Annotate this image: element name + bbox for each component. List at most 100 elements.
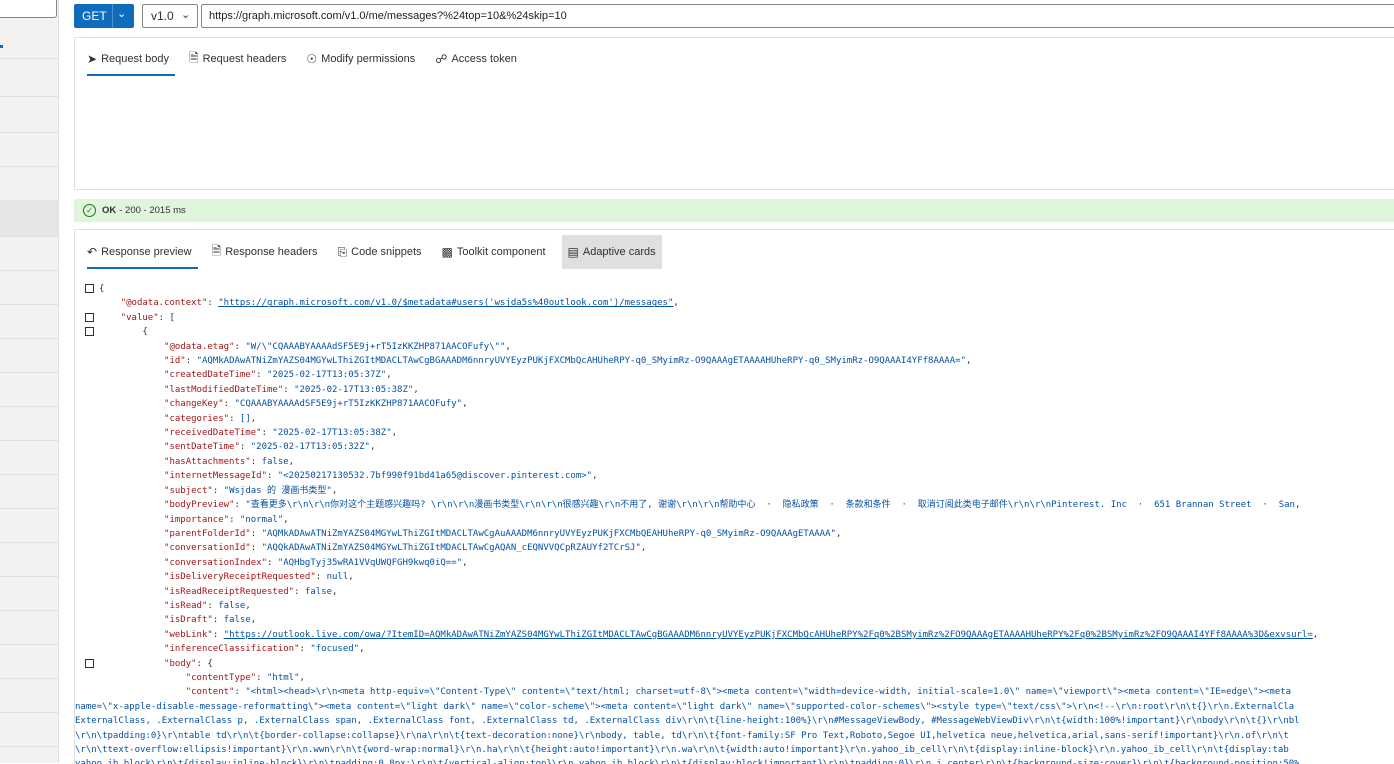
sidebar-item[interactable] <box>0 440 58 475</box>
json-key: "internetMessageId" <box>164 471 267 482</box>
json-key: "webLink" <box>164 629 213 640</box>
json-content-line: name=\"x-apple-disable-message-reformatt… <box>75 701 1295 712</box>
sidebar-item[interactable] <box>0 270 58 305</box>
json-value: null <box>326 572 349 583</box>
json-value: false <box>223 615 251 626</box>
json-value: "AQMkADAwATNiZmYAZS04MGYwLThiZGItMDACLTA… <box>196 356 966 367</box>
json-value: false <box>304 586 333 597</box>
response-status-bar: ✓ OK - 200 - 2015 ms <box>74 199 1394 222</box>
json-key: "isDeliveryReceiptRequested" <box>164 572 316 583</box>
tab-label: Modify permissions <box>321 53 416 65</box>
json-value: false <box>218 600 246 611</box>
sidebar-item[interactable] <box>0 610 58 645</box>
json-key: "isRead" <box>164 600 208 611</box>
collapse-toggle[interactable] <box>85 659 94 668</box>
json-fields: "@odata.etag": "W/\"CQAAABYAAAAdSF5E9j+r… <box>164 341 1319 655</box>
json-value: [] <box>239 413 251 424</box>
tab-label: Response headers <box>225 246 318 258</box>
tab-modify-permissions[interactable]: ☉ Modify permissions <box>300 42 421 76</box>
tab-label: Toolkit component <box>456 246 546 258</box>
tab-adaptive-cards[interactable]: ▤ Adaptive cards <box>561 235 662 269</box>
sidebar-item[interactable] <box>0 96 58 133</box>
collapse-toggle[interactable] <box>85 327 94 336</box>
json-key: "bodyPreview" <box>164 500 235 511</box>
tab-response-headers[interactable]: 🗎 Response headers <box>206 235 324 269</box>
shield-icon: ☉ <box>306 52 318 66</box>
json-key: "receivedDateTime" <box>164 428 262 439</box>
json-key: "body" <box>164 658 197 669</box>
json-key: "id" <box>164 356 186 367</box>
tab-request-body[interactable]: ➤ Request body <box>81 42 175 76</box>
json-key: "content" <box>185 687 235 698</box>
tab-code-snippets[interactable]: ⎘ Code snippets <box>332 235 428 269</box>
sidebar-item[interactable] <box>0 58 58 97</box>
json-punct: : { <box>196 658 213 669</box>
json-value: "2025-02-17T13:05:38Z" <box>294 384 414 395</box>
tab-label: Access token <box>451 53 517 65</box>
json-value: "2025-02-17T13:05:38Z" <box>272 428 392 439</box>
api-version-dropdown[interactable]: v1.0 ⌄ <box>142 4 198 28</box>
chevron-down-icon: ⌄ <box>117 8 127 20</box>
json-value: "focused" <box>310 644 360 655</box>
sidebar-item[interactable] <box>0 508 58 543</box>
tab-response-preview[interactable]: ↶ Response preview <box>81 235 198 269</box>
json-content-continuation: name=\"x-apple-disable-message-reformatt… <box>75 702 1300 764</box>
sidebar-item[interactable] <box>0 166 58 201</box>
tab-label: Request body <box>101 53 169 65</box>
json-key: "createdDateTime" <box>164 370 257 381</box>
sidebar-item[interactable] <box>0 30 58 59</box>
json-link[interactable]: "https://outlook.live.com/owa/?ItemID=AQ… <box>224 630 1313 640</box>
sidebar-item[interactable] <box>0 304 58 339</box>
json-value: "CQAAABYAAAAdSF5E9j+rT5IzKKZHP871AACOFuf… <box>234 399 463 410</box>
sidebar-item-selected[interactable] <box>0 200 58 237</box>
component-icon: ▩ <box>441 245 453 259</box>
status-ok: OK <box>102 205 117 216</box>
sidebar-item[interactable] <box>0 474 58 509</box>
sidebar-item[interactable] <box>0 542 58 577</box>
json-response-viewer: { "@odata.context": "https://graph.micro… <box>75 282 1324 764</box>
json-key: "@odata.etag" <box>164 341 235 352</box>
tab-request-headers[interactable]: 🗎 Request headers <box>183 42 292 76</box>
tab-label: Response preview <box>101 246 192 258</box>
sidebar-item[interactable] <box>0 132 58 167</box>
json-value: "Wsjdas 的 漫画书类型" <box>223 485 332 496</box>
json-content-line: \r\n\ttext-overflow:ellipsis!important}\… <box>75 745 1289 755</box>
send-icon: ➤ <box>87 52 98 66</box>
sidebar-item[interactable] <box>0 236 58 271</box>
json-key: "hasAttachments" <box>164 456 251 467</box>
json-value: "查看更多\r\n\r\n你对这个主题感兴趣吗? \r\n\r\n漫画书类型\r… <box>245 500 1295 511</box>
request-panel: ➤ Request body 🗎 Request headers ☉ Modif… <box>74 37 1394 190</box>
json-key: "categories" <box>164 413 230 424</box>
tab-label: Adaptive cards <box>582 246 656 258</box>
collapse-toggle[interactable] <box>85 313 94 322</box>
sidebar-item[interactable] <box>0 338 58 373</box>
document-icon: 🗎 <box>188 50 199 65</box>
json-punct: : [ <box>158 312 175 323</box>
sample-queries-sidebar <box>0 0 59 763</box>
json-value: "<20250217130532.7bf990f91bd41a65@discov… <box>277 471 593 482</box>
response-panel: ↶ Response preview 🗎 Response headers ⎘ … <box>74 229 1394 764</box>
sidebar-item[interactable] <box>0 576 58 611</box>
sidebar-search-input[interactable] <box>0 0 57 18</box>
json-link[interactable]: "https://graph.microsoft.com/v1.0/$metad… <box>218 298 673 308</box>
sidebar-item[interactable] <box>0 372 58 407</box>
sidebar-item[interactable] <box>0 406 58 441</box>
undo-arrow-icon: ↶ <box>87 245 98 259</box>
json-key: "isDraft" <box>164 615 213 626</box>
tab-access-token[interactable]: ☍ Access token <box>429 42 523 76</box>
json-value: false <box>261 456 289 467</box>
sidebar-item[interactable] <box>0 644 58 679</box>
http-method-dropdown[interactable]: GET ⌄ <box>74 4 134 28</box>
document-icon: 🗎 <box>211 243 222 258</box>
tab-toolkit-component[interactable]: ▩ Toolkit component <box>436 235 552 269</box>
sidebar-item[interactable] <box>0 712 58 747</box>
json-value: "AQMkADAwATNiZmYAZS04MGYwLThiZGItMDACLTA… <box>261 528 836 539</box>
collapse-toggle[interactable] <box>85 284 94 293</box>
request-url-input[interactable]: https://graph.microsoft.com/v1.0/me/mess… <box>201 4 1394 28</box>
json-content-line: ExternalClass, .ExternalClass p, .Extern… <box>75 716 1300 727</box>
json-key: "changeKey" <box>164 399 224 410</box>
json-key: "@odata.context" <box>120 298 208 309</box>
sidebar-item[interactable] <box>0 678 58 713</box>
json-key: "lastModifiedDateTime" <box>164 384 284 395</box>
json-value: "W/\"CQAAABYAAAAdSF5E9j+rT5IzKKZHP871AAC… <box>245 341 506 352</box>
